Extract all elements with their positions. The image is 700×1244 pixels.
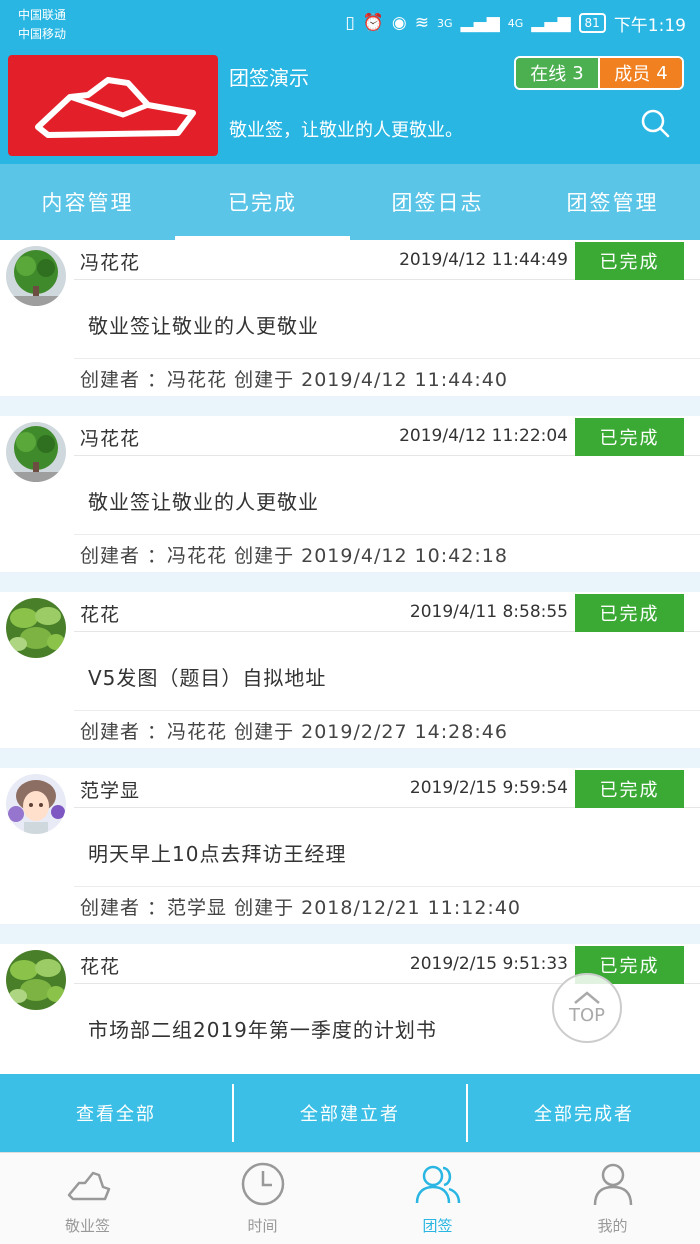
list-item[interactable]: 花花 2019/4/11 8:58:55 已完成 V5发图（题目）自拟地址 创建… xyxy=(0,592,700,748)
all-completers-button[interactable]: 全部完成者 xyxy=(466,1084,700,1142)
creator-info: 创建者 ：冯花花 创建于 2019/4/12 10:42:18 xyxy=(80,545,508,567)
item-content: 敬业签让敬业的人更敬业 xyxy=(88,314,319,338)
completed-time: 2019/2/15 9:59:54 xyxy=(409,778,568,798)
logo-icon xyxy=(35,77,196,138)
nav-item-jingyeqian[interactable]: 敬业签 xyxy=(0,1153,175,1244)
completed-time: 2019/2/15 9:51:33 xyxy=(409,954,568,974)
item-header: 冯花花 2019/4/12 11:44:49 已完成 xyxy=(74,240,700,280)
battery-icon: 81 xyxy=(578,13,606,33)
vibrate-icon: ▯ xyxy=(345,13,355,33)
nav-item-mine[interactable]: 我的 xyxy=(525,1153,700,1244)
chevron-up-icon xyxy=(574,990,600,1004)
team-slogan: 敬业签，让敬业的人更敬业。 xyxy=(229,120,463,141)
creator-info: 创建者 ：范学显 创建于 2018/12/21 11:12:40 xyxy=(80,897,522,919)
completed-time: 2019/4/11 8:58:55 xyxy=(409,602,568,622)
item-header: 冯花花 2019/4/12 11:22:04 已完成 xyxy=(74,416,700,456)
user-name: 花花 xyxy=(80,604,121,626)
avatar[interactable] xyxy=(6,246,66,306)
team-icon xyxy=(415,1165,460,1204)
tab-team-manage[interactable]: 团签管理 xyxy=(525,164,700,240)
team-name: 团签演示 xyxy=(229,66,309,90)
scroll-top-button[interactable]: TOP xyxy=(552,973,622,1043)
list-item[interactable]: 冯花花 2019/4/12 11:22:04 已完成 敬业签让敬业的人更敬业 创… xyxy=(0,416,700,572)
nav-label: 敬业签 xyxy=(64,1217,110,1235)
item-content: V5发图（题目）自拟地址 xyxy=(88,666,327,690)
item-footer: 创建者 ：冯花花 创建于 2019/4/12 11:44:40 xyxy=(74,358,700,396)
view-all-button[interactable]: 查看全部 xyxy=(0,1084,232,1142)
signal-3g-label: 3G xyxy=(437,16,453,30)
clock-time: 下午1:19 xyxy=(613,15,686,36)
item-header: 花花 2019/4/11 8:58:55 已完成 xyxy=(74,592,700,632)
list-item[interactable]: 冯花花 2019/4/12 11:44:49 已完成 敬业签让敬业的人更敬业 创… xyxy=(0,240,700,396)
online-label: 在线 xyxy=(530,64,567,85)
signal-4g-label: 4G xyxy=(507,16,524,30)
nav-item-time[interactable]: 时间 xyxy=(175,1153,350,1244)
clock-icon xyxy=(241,1162,284,1206)
status-bar: 中国联通 中国移动 ▯ ⏰ ◉ ≋ 3G ▂▄▆ 4G ▂▄▆ 81 下午1:1… xyxy=(0,0,700,46)
item-footer: 创建者 ：冯花花 创建于 2019/2/27 14:28:46 xyxy=(74,710,700,748)
online-badge[interactable]: 在线 3 xyxy=(516,58,598,88)
creator-info: 创建者 ：冯花花 创建于 2019/2/27 14:28:46 xyxy=(80,721,508,743)
status-badge: 已完成 xyxy=(575,418,684,456)
completed-time: 2019/4/12 11:44:49 xyxy=(399,250,568,270)
bottom-nav: 敬业签 时间 团签 我的 xyxy=(0,1152,700,1244)
avatar[interactable] xyxy=(6,950,66,1010)
action-bar: 查看全部 全部建立者 全部完成者 xyxy=(0,1074,700,1152)
item-content: 明天早上10点去拜访王经理 xyxy=(88,842,347,866)
list-item[interactable]: 范学显 2019/2/15 9:59:54 已完成 明天早上10点去拜访王经理 … xyxy=(0,768,700,924)
item-header: 范学显 2019/2/15 9:59:54 已完成 xyxy=(74,768,700,808)
search-icon xyxy=(641,109,670,138)
logo-icon xyxy=(67,1171,110,1201)
user-name: 冯花花 xyxy=(80,252,141,274)
tab-team-log[interactable]: 团签日志 xyxy=(350,164,525,240)
item-footer: 创建者 ：范学显 创建于 2018/12/21 11:12:40 xyxy=(74,886,700,924)
carrier-info: 中国联通 中国移动 xyxy=(18,6,66,44)
carrier-2: 中国移动 xyxy=(18,27,67,41)
status-icons: ▯ ⏰ ◉ ≋ 3G ▂▄▆ 4G ▂▄▆ 81 下午1:19 xyxy=(345,10,686,36)
status-badge: 已完成 xyxy=(575,770,684,808)
online-count: 3 xyxy=(572,62,584,84)
user-icon xyxy=(593,1163,632,1206)
creator-info: 创建者 ：冯花花 创建于 2019/4/12 11:44:40 xyxy=(80,369,508,391)
item-content: 敬业签让敬业的人更敬业 xyxy=(88,490,319,514)
item-content: 市场部二组2019年第一季度的计划书 xyxy=(88,1018,437,1042)
user-name: 花花 xyxy=(80,956,121,978)
top-label: TOP xyxy=(568,1004,606,1026)
tab-bar: 内容管理 已完成 团签日志 团签管理 xyxy=(0,164,700,240)
carrier-1: 中国联通 xyxy=(18,8,67,22)
alarm-icon: ⏰ xyxy=(362,13,384,33)
status-badge: 已完成 xyxy=(575,594,684,632)
nav-label: 时间 xyxy=(247,1217,278,1235)
signal-icon: ▂▄▆ xyxy=(460,13,500,33)
all-creators-button[interactable]: 全部建立者 xyxy=(232,1084,466,1142)
search-button[interactable] xyxy=(640,108,670,138)
team-logo[interactable] xyxy=(8,55,218,156)
member-badges[interactable]: 在线 3 成员 4 xyxy=(514,56,684,90)
eye-icon: ◉ xyxy=(391,13,407,33)
member-label: 成员 xyxy=(614,64,651,85)
signal-icon: ▂▄▆ xyxy=(531,13,571,33)
completed-time: 2019/4/12 11:22:04 xyxy=(399,426,568,446)
member-count: 4 xyxy=(656,62,668,84)
item-footer: 创建者 ：冯花花 创建于 2019/4/12 10:42:18 xyxy=(74,534,700,572)
tab-content-manage[interactable]: 内容管理 xyxy=(0,164,175,240)
nav-label: 团签 xyxy=(422,1217,453,1235)
status-badge: 已完成 xyxy=(575,242,684,280)
completed-list: 冯花花 2019/4/12 11:44:49 已完成 敬业签让敬业的人更敬业 创… xyxy=(0,240,700,1074)
nav-label: 我的 xyxy=(597,1217,628,1235)
nav-item-team[interactable]: 团签 xyxy=(350,1153,525,1244)
team-header: 团签演示 敬业签，让敬业的人更敬业。 在线 3 成员 4 xyxy=(0,46,700,164)
user-name: 范学显 xyxy=(80,780,141,802)
wifi-icon: ≋ xyxy=(414,13,429,33)
avatar[interactable] xyxy=(6,598,66,658)
avatar[interactable] xyxy=(6,422,66,482)
user-name: 冯花花 xyxy=(80,428,141,450)
member-badge[interactable]: 成员 4 xyxy=(598,58,682,88)
avatar[interactable] xyxy=(6,774,66,834)
tab-completed[interactable]: 已完成 xyxy=(175,164,350,240)
